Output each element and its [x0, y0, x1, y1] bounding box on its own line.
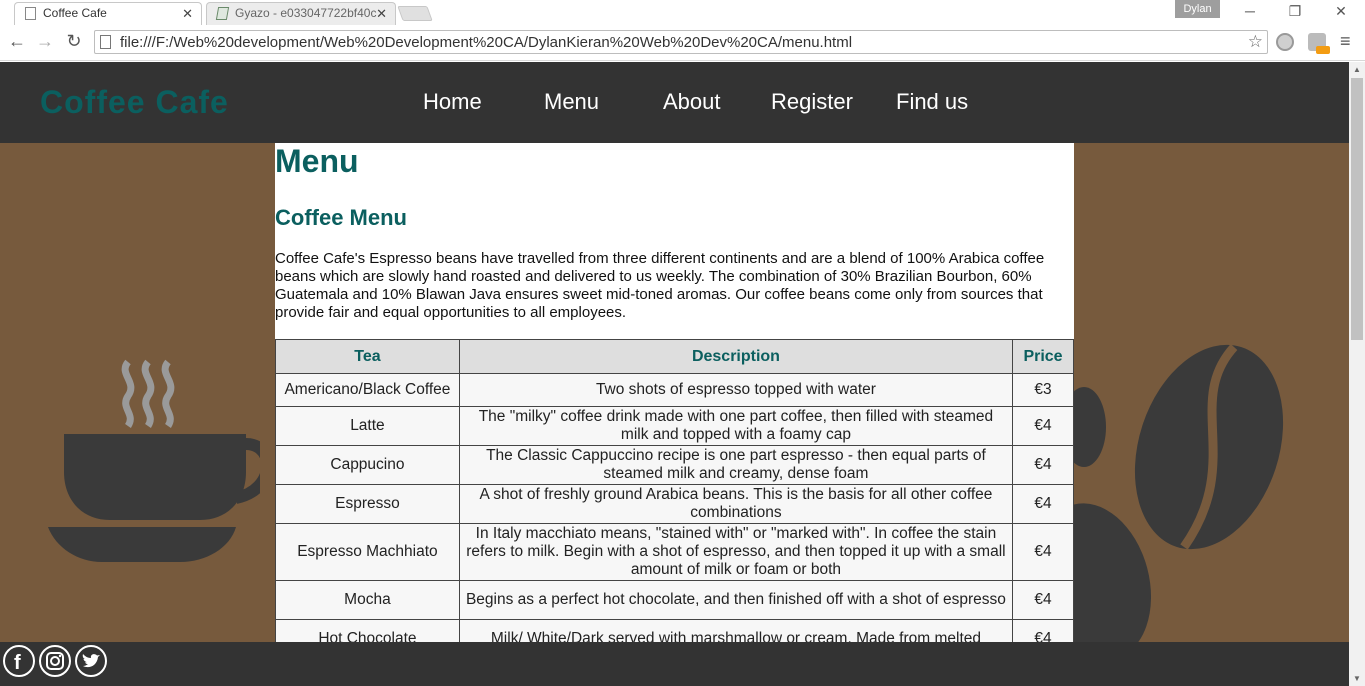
nav-home[interactable]: Home	[423, 89, 482, 115]
facebook-icon[interactable]: f	[3, 645, 35, 677]
item-name: Americano/Black Coffee	[275, 373, 460, 407]
item-name: Hot Chocolate	[275, 619, 460, 643]
item-description: Two shots of espresso topped with water	[458, 373, 1014, 407]
tab-coffee-cafe[interactable]: Coffee Cafe ✕	[14, 2, 202, 25]
item-price: €4	[1012, 484, 1074, 524]
item-name: Mocha	[275, 580, 460, 620]
nav-find-us[interactable]: Find us	[896, 89, 968, 115]
column-header-description: Description	[458, 339, 1014, 374]
browser-toolbar: ← → ↻ file:///F:/Web%20development/Web%2…	[0, 25, 1365, 61]
bookmark-star-icon[interactable]: ☆	[1248, 32, 1263, 52]
vertical-scrollbar[interactable]: ▲ ▼	[1349, 62, 1365, 686]
menu-table: Tea Description Price Americano/Black Co…	[275, 339, 1074, 643]
coffee-beans-icon	[1074, 343, 1284, 652]
page-title: Menu	[275, 143, 359, 179]
item-price: €3	[1012, 373, 1074, 407]
site-header: Coffee Cafe Home Menu About Register Fin…	[0, 62, 1349, 143]
table-row: Hot Chocolate Milk/ White/Dark served wi…	[275, 619, 1074, 643]
forward-arrow-icon[interactable]: →	[34, 31, 56, 52]
scroll-down-icon[interactable]: ▼	[1353, 674, 1361, 683]
gyazo-icon	[215, 7, 230, 20]
scrollbar-thumb[interactable]	[1351, 78, 1363, 340]
table-row: Latte The "milky" coffee drink made with…	[275, 406, 1074, 446]
item-name: Latte	[275, 406, 460, 446]
page-icon	[100, 35, 111, 49]
intro-paragraph: Coffee Cafe's Espresso beans have travel…	[275, 250, 1045, 321]
item-description: The Classic Cappuccino recipe is one par…	[458, 445, 1014, 485]
item-name: Espresso Machhiato	[275, 523, 460, 581]
svg-text:f: f	[14, 652, 21, 674]
extension-cat-icon[interactable]	[1308, 33, 1330, 54]
scroll-up-icon[interactable]: ▲	[1353, 65, 1361, 74]
table-row: Americano/Black Coffee Two shots of espr…	[275, 373, 1074, 407]
item-price: €4	[1012, 619, 1074, 643]
window-close-icon[interactable]: ✕	[1326, 3, 1356, 20]
browser-tabbar: Coffee Cafe ✕ Gyazo - e033047722bf40c ✕ …	[0, 0, 1365, 25]
site-logo[interactable]: Coffee Cafe	[40, 84, 229, 121]
nav-menu[interactable]: Menu	[544, 89, 599, 115]
page-icon	[25, 7, 36, 20]
close-icon[interactable]: ✕	[376, 3, 387, 24]
item-description: The "milky" coffee drink made with one p…	[458, 406, 1014, 446]
tab-title: Coffee Cafe	[43, 6, 107, 20]
item-description: Begins as a perfect hot chocolate, and t…	[458, 580, 1014, 620]
site-footer: f	[0, 642, 1349, 686]
tab-gyazo[interactable]: Gyazo - e033047722bf40c ✕	[206, 2, 396, 25]
item-description: Milk/ White/Dark served with marshmallow…	[458, 619, 1014, 643]
coffee-cup-icon	[48, 359, 260, 562]
close-icon[interactable]: ✕	[182, 3, 193, 24]
column-header-tea: Tea	[275, 339, 460, 374]
profile-button[interactable]: Dylan	[1175, 0, 1220, 18]
tab-title: Gyazo - e033047722bf40c	[235, 6, 377, 20]
item-price: €4	[1012, 445, 1074, 485]
instagram-icon[interactable]	[39, 645, 71, 677]
table-row: Mocha Begins as a perfect hot chocolate,…	[275, 580, 1074, 620]
restore-icon[interactable]: ❐	[1280, 3, 1310, 20]
item-name: Espresso	[275, 484, 460, 524]
table-row: Espresso Machhiato In Italy macchiato me…	[275, 523, 1074, 581]
table-row: Espresso A shot of freshly ground Arabic…	[275, 484, 1074, 524]
page-viewport: Coffee Cafe Home Menu About Register Fin…	[0, 62, 1349, 686]
address-bar[interactable]: file:///F:/Web%20development/Web%20Devel…	[94, 30, 1268, 54]
back-arrow-icon[interactable]: ←	[6, 31, 28, 52]
table-row: Cappucino The Classic Cappuccino recipe …	[275, 445, 1074, 485]
extension-power-icon[interactable]	[1276, 33, 1294, 51]
section-title: Coffee Menu	[275, 205, 407, 230]
twitter-icon[interactable]	[75, 645, 107, 677]
nav-register[interactable]: Register	[771, 89, 853, 115]
reload-icon[interactable]: ↻	[63, 31, 85, 52]
item-price: €4	[1012, 580, 1074, 620]
item-price: €4	[1012, 523, 1074, 581]
column-header-price: Price	[1012, 339, 1074, 374]
item-description: A shot of freshly ground Arabica beans. …	[458, 484, 1014, 524]
item-price: €4	[1012, 406, 1074, 446]
nav-about[interactable]: About	[663, 89, 721, 115]
item-description: In Italy macchiato means, "stained with"…	[458, 523, 1014, 581]
table-header-row: Tea Description Price	[275, 339, 1074, 374]
url-text: file:///F:/Web%20development/Web%20Devel…	[120, 34, 853, 51]
minimize-icon[interactable]: ─	[1235, 3, 1265, 19]
item-name: Cappucino	[275, 445, 460, 485]
main-content: Menu Coffee Menu Coffee Cafe's Espresso …	[275, 143, 1074, 643]
browser-menu-icon[interactable]: ≡	[1340, 31, 1351, 52]
new-tab-button[interactable]	[397, 6, 433, 21]
